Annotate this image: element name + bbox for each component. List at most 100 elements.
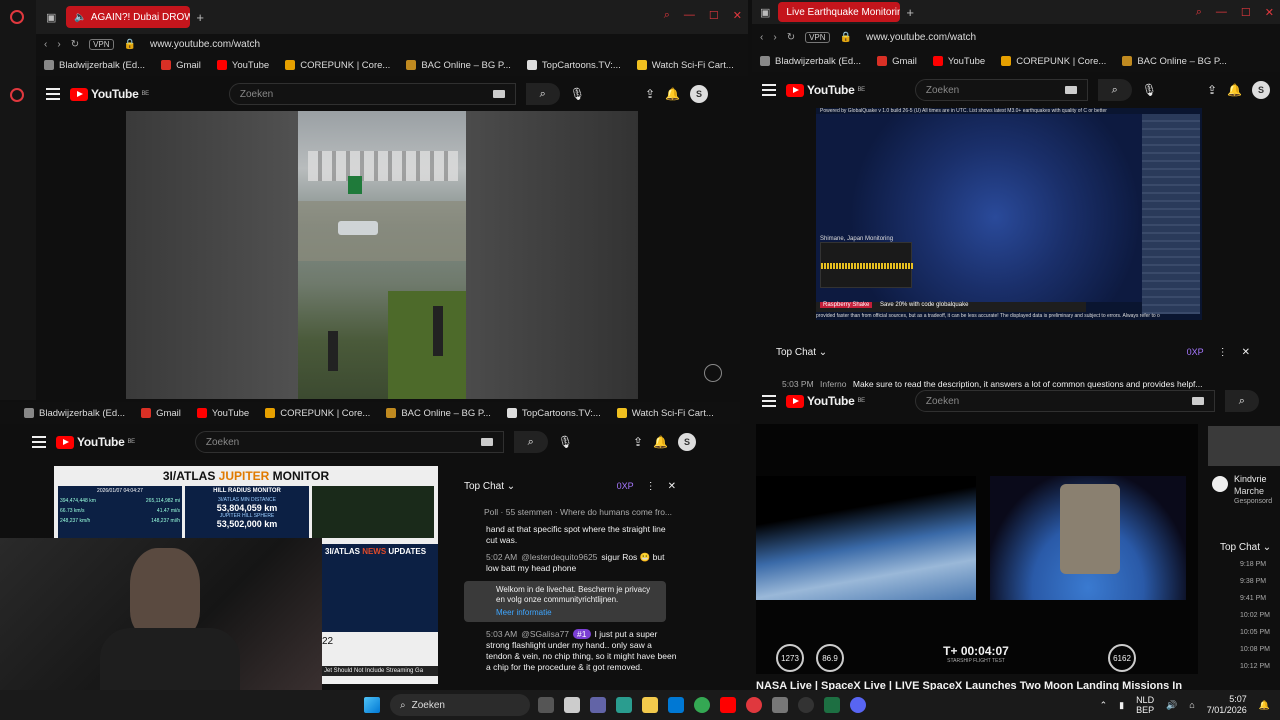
bookmark-item[interactable]: Watch Sci-Fi Cart... [616,408,714,419]
more-icon[interactable]: ⋮ [646,481,656,492]
steam-icon[interactable] [798,697,814,713]
search-input[interactable]: Zoeken [194,431,504,453]
tray-chevron-icon[interactable]: ⌃ [1100,700,1108,711]
close-icon[interactable]: ✕ [1265,6,1274,19]
youtube-logo[interactable]: YouTube BE [56,435,135,449]
discord-icon[interactable] [850,697,866,713]
video-player-dubai[interactable] [126,111,638,399]
top-chat-dropdown[interactable]: Top Chat ⌄ [464,481,515,492]
tab-dubai[interactable]: 🔈 AGAIN?! Dubai DROWN [66,6,191,28]
video-player-earthquake[interactable]: Powered by GlobalQuake v 1.0 build 26-5 … [816,108,1202,320]
close-chat-icon[interactable]: ✕ [1242,347,1250,358]
mic-icon[interactable]: 🎙 [570,87,585,101]
bell-icon[interactable]: 🔔 [1227,83,1242,97]
maximize-icon[interactable]: ☐ [1241,6,1251,19]
excel-icon[interactable] [824,697,840,713]
search-button[interactable]: ⌕ [1224,390,1259,412]
avatar[interactable]: S [1252,81,1270,99]
explorer-icon[interactable] [642,697,658,713]
youtube-logo[interactable]: YouTube BE [786,83,865,97]
bookmark-item[interactable]: Bladwijzerbalk (Ed... [44,60,145,71]
more-icon[interactable]: ⋮ [1218,347,1228,358]
start-icon[interactable] [364,697,380,713]
back-icon[interactable]: ‹ [44,39,47,50]
bookmark-item[interactable]: BAC Online – BG P... [406,60,511,71]
bookmark-item[interactable]: BAC Online – BG P... [386,408,491,419]
youtube-logo[interactable]: YouTube BE [786,394,865,408]
menu-icon[interactable] [46,88,60,100]
top-chat-dropdown[interactable]: Top Chat ⌄ [776,347,827,358]
search-button[interactable]: ⌕ [513,431,548,453]
side-ad[interactable]: Kindvrie Marche Gesponsord [1208,426,1280,526]
bookmark-item[interactable]: Bladwijzerbalk (Ed... [24,408,125,419]
video-title[interactable]: NASA Live | SpaceX Live | LIVE SpaceX La… [756,680,1206,690]
bookmark-item[interactable]: Gmail [141,408,181,419]
minimize-icon[interactable]: — [1216,6,1227,19]
chrome-icon[interactable] [694,697,710,713]
avatar[interactable]: S [690,85,708,103]
youtube-app-icon[interactable] [720,697,736,713]
mic-icon[interactable]: 🎙 [558,435,573,449]
youtube-logo[interactable]: YouTube BE [70,87,149,101]
xp-badge[interactable]: 0XP [1187,347,1204,357]
search-button[interactable]: ⌕ [525,83,560,105]
vpn-badge[interactable]: VPN [89,38,114,50]
outlook-icon[interactable] [668,697,684,713]
teams-icon[interactable] [590,697,606,713]
vpn-badge[interactable]: VPN [805,31,830,43]
volume-icon[interactable]: 🔊 [1166,700,1177,711]
menu-icon[interactable] [32,436,46,448]
avatar[interactable]: S [678,433,696,451]
bookmark-item[interactable]: Gmail [877,56,917,67]
bell-icon[interactable]: 🔔 [665,87,680,101]
bookmark-item[interactable]: COREPUNK | Core... [1001,56,1106,67]
store-icon[interactable] [564,697,580,713]
history-icon[interactable] [10,88,24,102]
poll-item[interactable]: Poll · 55 stemmen · Where do humans come… [456,504,686,521]
mic-icon[interactable]: 🎙 [1142,83,1157,97]
keyboard-icon[interactable] [1191,397,1204,405]
search-input[interactable]: Zoeken [914,390,1215,412]
task-view-icon[interactable] [538,697,554,713]
search-input[interactable]: Zoeken [914,79,1088,101]
workspaces-icon[interactable]: ▣ [46,11,56,24]
close-chat-icon[interactable]: ✕ [668,481,676,492]
video-player-spacex[interactable]: 1273 86.9 T+ 00:04:07 STARSHIP FLIGHT TE… [756,424,1198,674]
search-tabs-icon[interactable]: ⌕ [664,9,670,22]
keyboard-icon[interactable] [1064,86,1077,94]
bookmark-item[interactable]: BAC Online – BG P... [1122,56,1227,67]
share-icon[interactable]: ⇪ [645,87,655,101]
reload-icon[interactable]: ↻ [71,39,79,50]
reload-icon[interactable]: ↻ [787,32,795,43]
search-tabs-icon[interactable]: ⌕ [1196,6,1202,19]
keyboard-icon[interactable] [492,90,505,98]
search-button[interactable]: ⌕ [1097,79,1132,101]
tab-earthquake[interactable]: Live Earthquake Monitoring [778,2,901,22]
notifications-icon[interactable]: 🔔 [1259,700,1270,711]
menu-icon[interactable] [762,395,776,407]
xp-badge[interactable]: 0XP [617,481,634,491]
bookmark-item[interactable]: COREPUNK | Core... [285,60,390,71]
calculator-icon[interactable] [772,697,788,713]
bookmark-item[interactable]: YouTube [932,56,985,67]
url-field[interactable]: www.youtube.com/watch [150,39,260,50]
bookmark-item[interactable]: COREPUNK | Core... [265,408,370,419]
workspaces-icon[interactable]: ▣ [760,6,770,19]
menu-icon[interactable] [762,84,776,96]
bookmark-item[interactable]: YouTube [216,60,269,71]
share-icon[interactable]: ⇪ [633,435,643,449]
bookmark-item[interactable]: Watch Sci-Fi Cart... [636,60,734,71]
forward-icon[interactable]: › [773,32,776,43]
bookmark-item[interactable]: TopCartoons.TV:... [506,408,601,419]
maximize-icon[interactable]: ☐ [709,9,719,22]
top-chat-dropdown[interactable]: Top Chat ⌄ [1220,542,1280,553]
forward-icon[interactable]: › [57,39,60,50]
learn-more-link[interactable]: Meer informatie [496,608,660,618]
search-input[interactable]: Zoeken [228,83,516,105]
url-field[interactable]: www.youtube.com/watch [866,32,976,43]
clock[interactable]: 5:07 7/01/2026 [1207,694,1247,716]
tray-app-icon[interactable]: ▮ [1119,700,1124,711]
language-indicator[interactable]: NLD BEP [1136,695,1154,715]
back-icon[interactable]: ‹ [760,32,763,43]
opera-icon[interactable] [10,10,24,24]
